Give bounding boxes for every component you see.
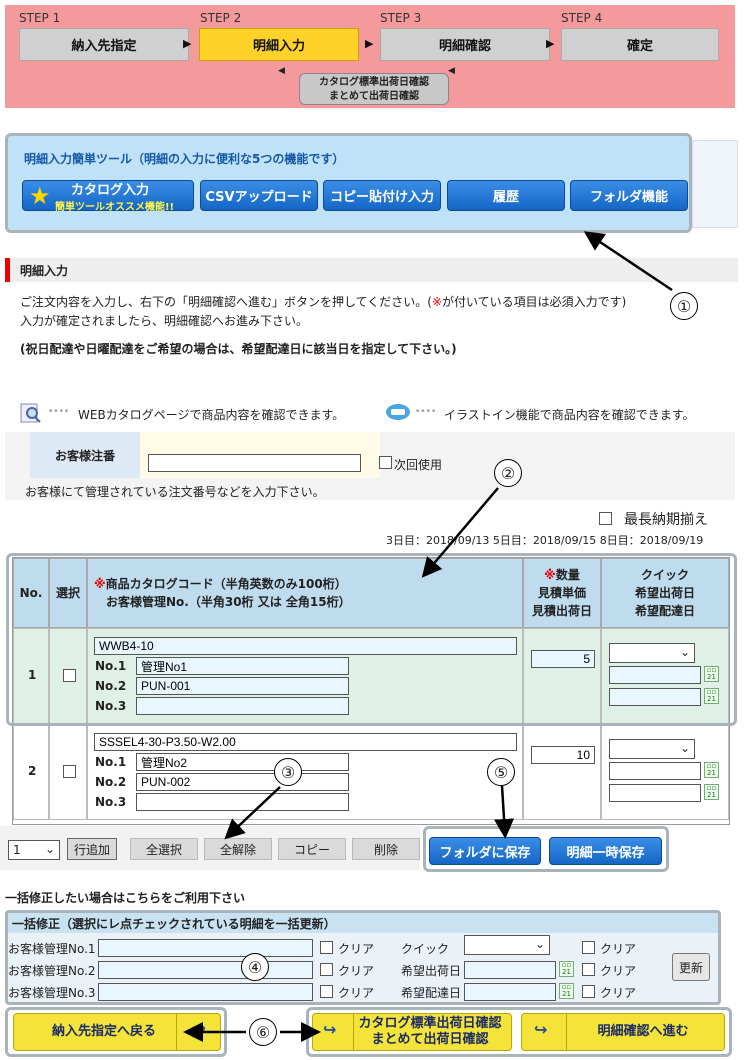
tools-title: 明細入力簡単ツール（明細の入力に便利な5つの機能です） [24, 152, 345, 166]
copy-paste-button[interactable]: コピー貼付け入力 [323, 180, 441, 211]
step4-box: 確定 [561, 28, 719, 61]
callout-1: ① [670, 292, 698, 320]
callout-3: ③ [274, 758, 302, 786]
row-select-checkbox[interactable] [63, 765, 76, 778]
bulk-ship-clear-checkbox[interactable] [582, 963, 595, 976]
mgmt-no1-input[interactable] [136, 753, 349, 771]
longest-dates: 3日目：2018/09/13 5日目：2018/09/15 8日目：2018/0… [386, 534, 704, 547]
history-button[interactable]: 履歴 [447, 180, 565, 211]
next-use-label: 次回使用 [394, 458, 443, 472]
star-icon: ★ [29, 182, 51, 210]
bulk-quick-clear-checkbox[interactable] [582, 941, 595, 954]
illust-hint: イラストイン機能で商品内容を確認できます。 [444, 408, 695, 422]
bulk-edit-panel: 一括修正（選択にレ点チェックされている明細を一括更新） お客様管理No.1 クリ… [5, 910, 721, 1005]
triangle-right-icon: ◀ [448, 66, 455, 76]
step1-label: STEP 1 [19, 11, 61, 25]
back-arrow-icon: ↩ [192, 1020, 206, 1039]
bulk-mgmt3-input[interactable] [98, 983, 313, 1001]
bulk-mgmt1-input[interactable] [98, 939, 313, 957]
step-arrow-icon: ▶ [546, 37, 555, 50]
catalog-code-input[interactable] [94, 733, 517, 751]
row-highlight-frame [6, 553, 737, 726]
next-use-checkbox[interactable] [379, 456, 392, 469]
mgmt-no3-input[interactable] [136, 793, 349, 811]
bulk-clear2-checkbox[interactable] [320, 963, 333, 976]
customer-order-input[interactable] [148, 454, 361, 472]
instruction-line1: ご注文内容を入力し、右下の「明細確認へ進む」ボタンを押してください。(※が付いて… [20, 295, 627, 309]
mgmt-no2-input[interactable] [136, 773, 349, 791]
bulk-title: 一括修正（選択にレ点チェックされている明細を一括更新） [8, 913, 718, 933]
step3-box: 明細確認 [380, 28, 550, 61]
bulk-update-button[interactable]: 更新 [672, 953, 710, 981]
row-count-select[interactable]: 1 ⌄ [8, 840, 60, 860]
forward-arrow-icon: ↪ [534, 1020, 548, 1039]
step-arrow-icon: ▶ [183, 37, 192, 50]
callout-5: ⑤ [487, 758, 515, 786]
bulk-ship-date-input[interactable] [464, 961, 556, 979]
step3-label: STEP 3 [380, 11, 422, 25]
step2-label: STEP 2 [200, 11, 242, 25]
dots: •••• [415, 407, 437, 417]
instruction-line3: (祝日配達や日曜配達をご希望の場合は、希望配達日に該当日を指定して下さい。) [20, 342, 457, 356]
callout-4: ④ [241, 953, 269, 981]
dots: •••• [48, 407, 70, 417]
customer-order-note: お客様にて管理されている注文番号などを入力下さい。 [25, 485, 325, 499]
qty-input[interactable] [531, 746, 595, 764]
step1-box: 納入先指定 [19, 28, 189, 61]
shipdate-check-button[interactable]: カタログ標準出荷日確認 まとめて出荷日確認 [299, 73, 449, 105]
chevron-down-icon: ⌄ [534, 937, 545, 951]
forward-arrow-icon: ↪ [323, 1020, 337, 1039]
bulk-mgmt2-input[interactable] [98, 961, 313, 979]
chevron-down-icon: ⌄ [44, 842, 55, 856]
bulk-clear1-checkbox[interactable] [320, 941, 333, 954]
back-to-destination-button[interactable]: 納入先指定へ戻る ↩ [13, 1013, 221, 1051]
quick-select[interactable]: ⌄ [609, 739, 695, 759]
bulk-delivery-clear-checkbox[interactable] [582, 985, 595, 998]
proceed-to-confirm-button[interactable]: ↪ 明細確認へ進む [521, 1013, 725, 1051]
row-number: 2 [28, 764, 37, 778]
illust-icon[interactable] [385, 403, 411, 423]
shipdate-check-bottom-button[interactable]: ↪ カタログ標準出荷日確認 まとめて出荷日確認 [312, 1013, 512, 1051]
step2-box: 明細入力 [199, 28, 359, 61]
calendar-icon[interactable]: ▫▫ 21 [559, 961, 574, 977]
tools-side-panel [692, 140, 738, 228]
step4-label: STEP 4 [561, 11, 603, 25]
step-arrow-icon: ▶ [365, 37, 374, 50]
triangle-left-icon: ◀ [278, 66, 285, 76]
step-bar: STEP 1 STEP 2 STEP 3 STEP 4 納入先指定 ▶ 明細入力… [5, 5, 735, 108]
save-to-folder-button[interactable]: フォルダに保存 [429, 837, 541, 865]
longest-date-checkbox[interactable] [599, 512, 612, 525]
deselect-all-button[interactable]: 全解除 [204, 838, 272, 860]
delivery-date-input[interactable] [609, 784, 701, 802]
delete-button[interactable]: 削除 [352, 838, 420, 860]
easy-tools-panel: 明細入力簡単ツール（明細の入力に便利な5つの機能です） ★ カタログ入力 簡単ツ… [5, 133, 692, 233]
csv-upload-button[interactable]: CSVアップロード [200, 180, 318, 211]
ship-date-input[interactable] [609, 762, 701, 780]
bulk-intro: 一括修正したい場合はこちらをご利用下さい [5, 891, 246, 905]
web-hint: WEBカタログページで商品内容を確認できます。 [78, 408, 345, 422]
calendar-icon[interactable]: ▫▫ 21 [559, 983, 574, 999]
bulk-quick-select[interactable]: ⌄ [464, 935, 550, 955]
folder-button[interactable]: フォルダ機能 [570, 180, 688, 211]
copy-button[interactable]: コピー [278, 838, 346, 860]
add-row-button[interactable]: 行追加 [67, 838, 117, 860]
customer-order-label: お客様注番 [30, 432, 140, 478]
calendar-icon[interactable]: ▫▫ 21 [704, 762, 719, 778]
chevron-down-icon: ⌄ [679, 741, 690, 755]
callout-6: ⑥ [249, 1018, 277, 1046]
customer-order-area: お客様注番 次回使用 お客様にて管理されている注文番号などを入力下さい。 [5, 432, 735, 500]
bulk-clear3-checkbox[interactable] [320, 985, 333, 998]
instruction-line2: 入力が確定されましたら、明細確認へお進み下さい。 [20, 314, 309, 328]
temp-save-button[interactable]: 明細一時保存 [549, 837, 662, 865]
longest-date-label: 最長納期揃え [624, 512, 708, 528]
callout-2: ② [494, 459, 522, 487]
select-all-button[interactable]: 全選択 [130, 838, 198, 860]
calendar-icon[interactable]: ▫▫ 21 [704, 784, 719, 800]
bulk-delivery-date-input[interactable] [464, 983, 556, 1001]
catalog-input-button[interactable]: ★ カタログ入力 簡単ツールオススメ機能!! [22, 180, 194, 213]
magnifier-icon[interactable] [20, 403, 42, 423]
section-header: 明細入力 [5, 258, 738, 282]
